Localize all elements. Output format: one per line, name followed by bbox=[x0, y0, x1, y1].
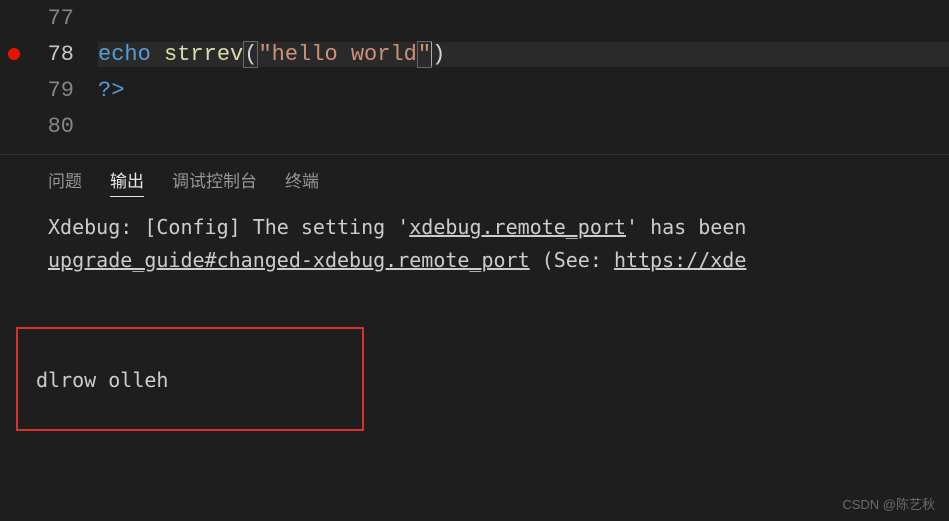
output-line: Xdebug: [Config] The setting 'xdebug.rem… bbox=[48, 211, 901, 244]
line-number: 80 bbox=[28, 114, 98, 139]
code-line[interactable]: 79?> bbox=[0, 72, 949, 108]
gutter[interactable] bbox=[0, 48, 28, 60]
code-line[interactable]: 80 bbox=[0, 108, 949, 144]
code-content[interactable]: echo strrev("hello world") bbox=[98, 42, 949, 67]
code-line[interactable]: 78echo strrev("hello world") bbox=[0, 36, 949, 72]
result-highlight-box: dlrow olleh bbox=[16, 327, 364, 431]
breakpoint-icon[interactable] bbox=[8, 48, 20, 60]
line-number: 79 bbox=[28, 78, 98, 103]
code-token: "hello world bbox=[258, 42, 416, 67]
bottom-panel: 问题 输出 调试控制台 终端 Xdebug: [Config] The sett… bbox=[0, 154, 949, 431]
code-token: " bbox=[417, 41, 432, 68]
code-content[interactable]: ?> bbox=[98, 78, 949, 103]
code-token: strrev bbox=[164, 42, 243, 67]
code-token: echo bbox=[98, 42, 164, 67]
tab-debug-console[interactable]: 调试控制台 bbox=[172, 167, 257, 197]
line-number: 77 bbox=[28, 6, 98, 31]
code-token: ( bbox=[243, 41, 258, 68]
watermark: CSDN @陈艺秋 bbox=[842, 494, 935, 513]
code-editor[interactable]: 7778echo strrev("hello world")79?>80 bbox=[0, 0, 949, 144]
panel-tabs: 问题 输出 调试控制台 终端 bbox=[0, 155, 949, 205]
program-output: dlrow olleh bbox=[36, 368, 168, 392]
code-token: ) bbox=[432, 42, 445, 67]
line-number: 78 bbox=[28, 42, 98, 67]
output-line: upgrade_guide#changed-xdebug.remote_port… bbox=[48, 244, 901, 277]
tab-terminal[interactable]: 终端 bbox=[285, 167, 319, 197]
code-token: ?> bbox=[98, 78, 124, 103]
tab-output[interactable]: 输出 bbox=[110, 167, 144, 197]
code-line[interactable]: 77 bbox=[0, 0, 949, 36]
tab-problems[interactable]: 问题 bbox=[48, 167, 82, 197]
output-content[interactable]: Xdebug: [Config] The setting 'xdebug.rem… bbox=[0, 205, 949, 431]
